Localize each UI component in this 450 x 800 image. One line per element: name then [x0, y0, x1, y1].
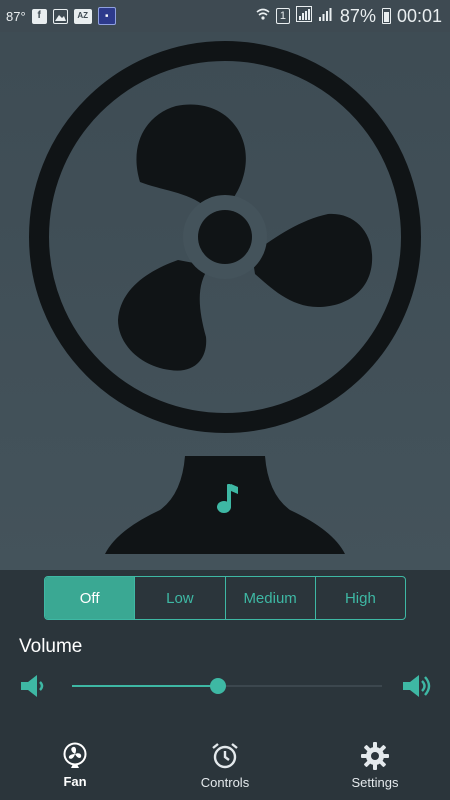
fan-icon — [63, 742, 87, 768]
speed-off-button[interactable]: Off — [45, 577, 136, 619]
nav-label-controls: Controls — [200, 774, 250, 790]
clock-time: 00:01 — [396, 5, 442, 26]
sim-slot-badge: 1 — [275, 8, 290, 24]
fan-hub — [198, 210, 252, 264]
gallery-icon — [52, 8, 68, 24]
nav-item-fan[interactable]: Fan — [0, 730, 150, 800]
volume-slider[interactable] — [72, 678, 382, 694]
volume-mute-icon[interactable] — [19, 672, 47, 700]
temperature-text: 87° — [6, 8, 26, 24]
az-icon: AZ — [73, 8, 92, 24]
speed-selector: Off Low Medium High — [44, 576, 406, 620]
volume-slider-thumb[interactable] — [209, 678, 226, 694]
alarm-clock-icon — [212, 742, 238, 768]
volume-label: Volume — [19, 636, 83, 657]
gear-icon — [361, 741, 389, 770]
bottom-nav: Fan Controls Settings — [0, 730, 450, 800]
fan-area[interactable] — [0, 32, 450, 570]
status-right: 1 87% 00:01 — [256, 5, 450, 27]
nav-label-fan: Fan — [63, 773, 87, 789]
status-left: 87° f AZ ■ — [0, 7, 116, 25]
battery-percent: 87% — [339, 5, 376, 26]
wifi-icon — [256, 7, 270, 26]
speed-low-button[interactable]: Low — [135, 577, 226, 619]
controls-area: Off Low Medium High Volume Fan Controls … — [0, 570, 450, 800]
book-icon: ■ — [97, 7, 116, 25]
facebook-icon: f — [31, 8, 47, 24]
volume-max-icon[interactable] — [401, 672, 433, 700]
battery-icon — [381, 8, 391, 24]
speed-high-button[interactable]: High — [316, 577, 405, 619]
status-bar: 87° f AZ ■ 1 87% 00:01 — [0, 0, 450, 32]
nav-label-settings: Settings — [351, 774, 399, 790]
signal-icon-1 — [295, 5, 312, 27]
speed-medium-button[interactable]: Medium — [226, 577, 316, 619]
signal-icon-2 — [318, 6, 334, 27]
nav-item-controls[interactable]: Controls — [150, 730, 300, 800]
fan-illustration[interactable] — [0, 32, 450, 570]
volume-slider-fill — [72, 685, 218, 687]
nav-item-settings[interactable]: Settings — [300, 730, 450, 800]
